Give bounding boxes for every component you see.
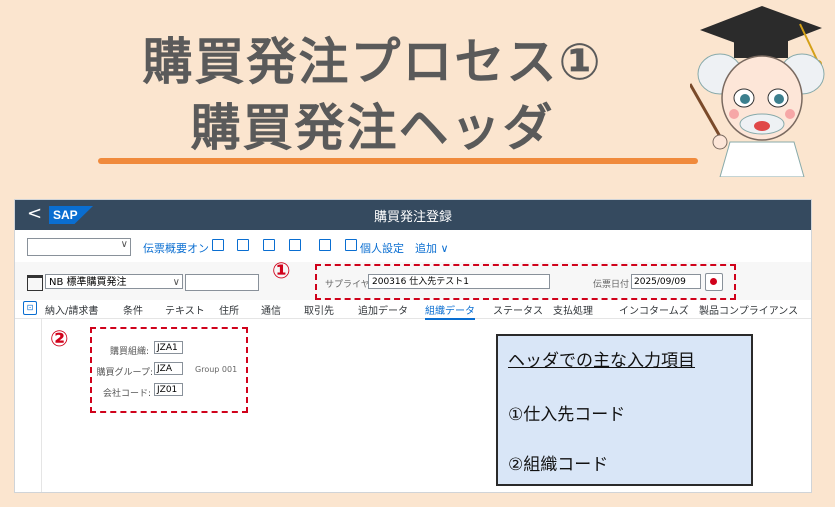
toolbar: ∨ 伝票概要オン 個人設定 追加 ∨ (15, 230, 811, 263)
tab-incoterms[interactable]: インコタームズ (619, 302, 689, 317)
marker-1: ① (272, 259, 291, 284)
info-item-supplier: ①仕入先コード (508, 405, 626, 425)
variant-select[interactable]: ∨ (27, 238, 131, 256)
info-box-title: ヘッダでの主な入力項目 (508, 351, 695, 371)
tab-address[interactable]: 住所 (219, 302, 239, 317)
chevron-down-icon: ∨ (120, 239, 128, 250)
tab-delivery-invoice[interactable]: 納入/請求書 (45, 302, 98, 317)
settings-icon[interactable] (345, 239, 357, 251)
org-highlight-box (90, 327, 248, 413)
tab-org-data[interactable]: 組織データ (425, 302, 475, 320)
tab-communication[interactable]: 通信 (261, 302, 281, 317)
tab-conditions[interactable]: 条件 (123, 302, 143, 317)
marker-2: ② (50, 327, 69, 352)
hold-icon[interactable] (237, 239, 249, 251)
check-icon[interactable] (289, 239, 301, 251)
professor-illustration (690, 6, 825, 177)
new-document-icon[interactable] (212, 239, 224, 251)
slide-title-line1: 購買発注プロセス① (142, 33, 603, 91)
chevron-down-icon: ∨ (172, 277, 180, 288)
personal-settings-button[interactable]: 個人設定 (360, 240, 404, 256)
app-title: 購買発注登録 (373, 210, 452, 225)
shell-bar: < SAP 購買発注登録 (15, 200, 811, 230)
copy-icon[interactable] (263, 239, 275, 251)
tab-additional-data[interactable]: 追加データ (358, 302, 408, 317)
tab-status[interactable]: ステータス (493, 302, 543, 317)
info-icon[interactable] (319, 239, 331, 251)
tab-partners[interactable]: 取引先 (304, 302, 334, 317)
more-menu-button[interactable]: 追加 ∨ (415, 240, 449, 256)
left-gutter (15, 319, 42, 492)
doc-number-input[interactable] (185, 274, 259, 291)
tab-texts[interactable]: テキスト (165, 302, 205, 317)
supplier-highlight-box (315, 264, 736, 300)
info-box: ヘッダでの主な入力項目 ①仕入先コード ②組織コード (496, 334, 753, 486)
tab-product-compliance[interactable]: 製品コンプライアンス (699, 302, 798, 317)
cart-icon (27, 275, 43, 291)
doc-overview-button[interactable]: 伝票概要オン (143, 240, 209, 256)
tab-bar: ⊡ 納入/請求書 条件 テキスト 住所 通信 取引先 追加データ 組織データ ス… (15, 300, 811, 320)
info-item-org: ②組織コード (508, 455, 609, 475)
expand-icon[interactable]: ⊡ (23, 301, 37, 315)
slide-title-line2: 購買発注ヘッダ (190, 99, 555, 157)
title-underline (98, 158, 698, 164)
tab-payment[interactable]: 支払処理 (553, 302, 593, 317)
doc-type-select[interactable]: NB 標準購買発注 ∨ (45, 274, 183, 289)
